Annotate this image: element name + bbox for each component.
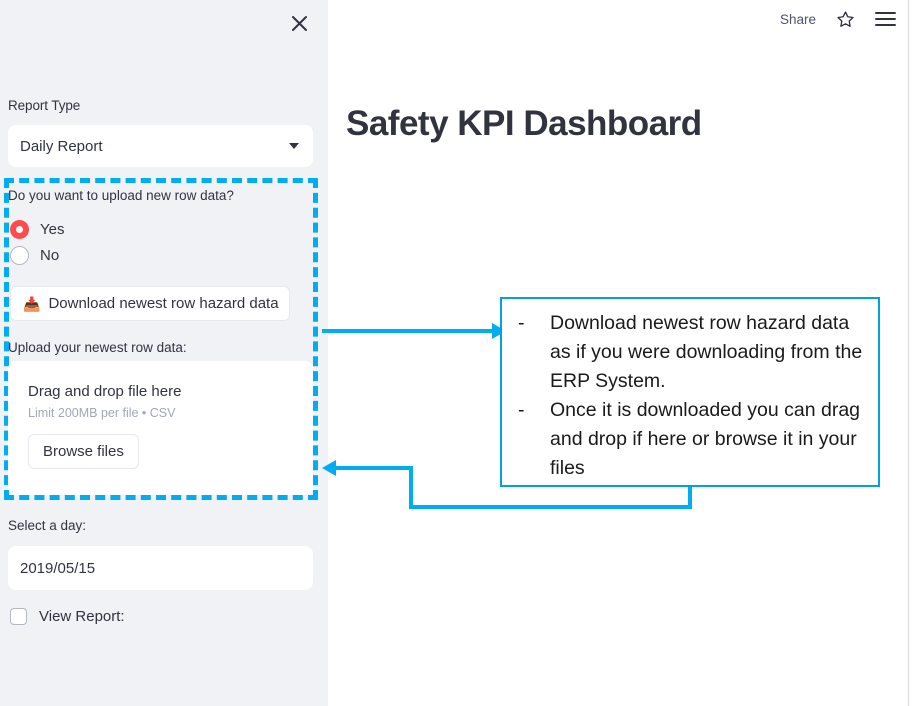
top-toolbar: Share	[780, 8, 896, 30]
radio-unselected-icon	[10, 246, 29, 265]
select-day-label: Select a day:	[8, 518, 86, 533]
radio-option-no-label: No	[40, 247, 59, 264]
annotation-bullet-list: Download newest row hazard data as if yo…	[514, 309, 868, 483]
report-type-value: Daily Report	[20, 138, 289, 155]
annotation-bullet: Once it is downloaded you can drag and d…	[514, 396, 868, 483]
view-report-label: View Report:	[39, 608, 125, 625]
download-button-label: Download newest row hazard data	[48, 295, 278, 312]
annotation-bullet: Download newest row hazard data as if yo…	[514, 309, 868, 396]
page-title: Safety KPI Dashboard	[346, 104, 702, 144]
browse-files-button[interactable]: Browse files	[28, 434, 139, 469]
report-type-label: Report Type	[8, 98, 80, 113]
star-icon[interactable]	[834, 8, 856, 30]
radio-option-yes[interactable]: Yes	[10, 220, 64, 239]
view-report-checkbox[interactable]: View Report:	[10, 608, 125, 625]
file-dropzone[interactable]: Drag and drop file here Limit 200MB per …	[8, 361, 313, 495]
upload-question-label: Do you want to upload new row data?	[8, 188, 234, 203]
share-button[interactable]: Share	[780, 12, 816, 27]
download-hazard-data-button[interactable]: 📥 Download newest row hazard data	[10, 286, 290, 321]
app-window: Report Type Daily Report Do you want to …	[0, 0, 914, 706]
checkbox-unchecked-icon	[10, 608, 27, 625]
dropzone-title: Drag and drop file here	[28, 383, 293, 400]
report-type-select[interactable]: Daily Report	[8, 125, 313, 167]
sidebar: Report Type Daily Report Do you want to …	[0, 0, 328, 706]
uploader-label: Upload your newest row data:	[8, 340, 187, 355]
radio-option-no[interactable]: No	[10, 246, 59, 265]
annotation-callout-box: Download newest row hazard data as if yo…	[500, 297, 880, 487]
inbox-tray-download-icon: 📥	[23, 297, 40, 311]
dropzone-limit-text: Limit 200MB per file • CSV	[28, 406, 293, 420]
close-icon[interactable]	[282, 6, 316, 40]
date-input-value: 2019/05/15	[20, 560, 95, 577]
hamburger-menu-icon[interactable]	[874, 8, 896, 30]
vertical-scrollbar[interactable]	[908, 0, 909, 706]
radio-selected-icon	[10, 220, 29, 239]
chevron-down-icon	[289, 143, 299, 149]
radio-option-yes-label: Yes	[40, 221, 64, 238]
date-input[interactable]: 2019/05/15	[8, 546, 313, 590]
